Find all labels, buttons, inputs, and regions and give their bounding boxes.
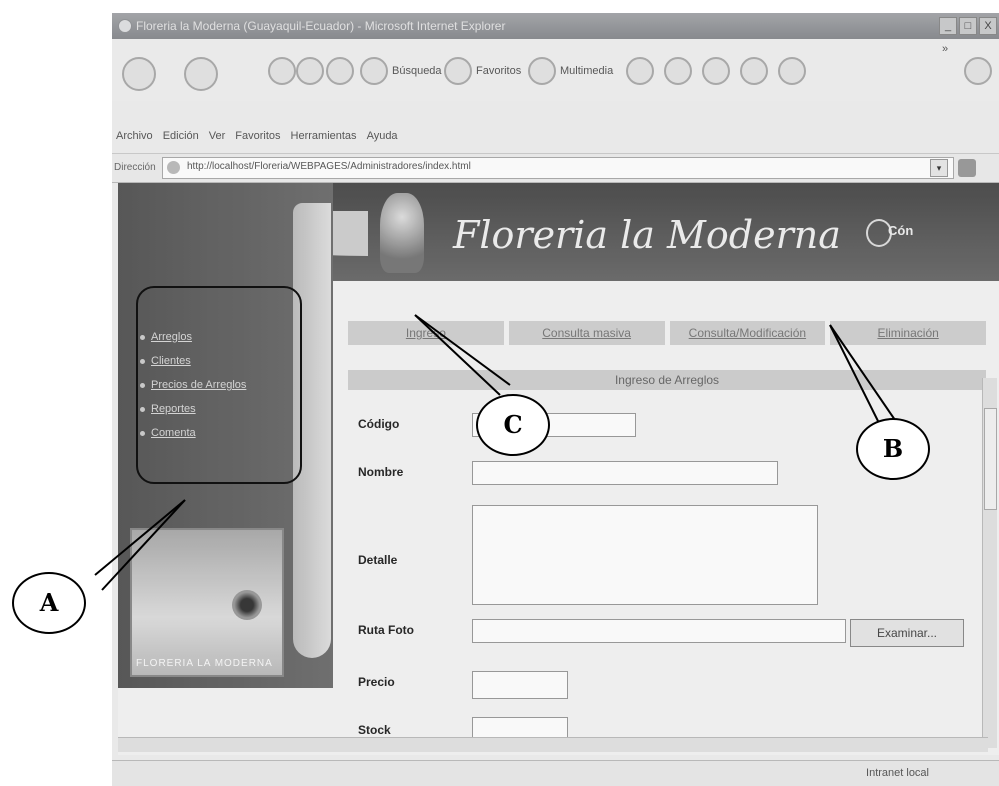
detalle-textarea[interactable] [472, 505, 818, 605]
sunflower-icon [232, 590, 262, 620]
nombre-field[interactable] [472, 461, 778, 485]
maximize-button[interactable]: □ [959, 17, 977, 35]
stop-icon[interactable] [268, 57, 296, 85]
media-label: Multimedia [560, 65, 614, 77]
security-zone: Intranet local [866, 767, 929, 779]
tab-consulta-masiva[interactable]: Consulta masiva [508, 321, 665, 345]
stock-label: Stock [358, 723, 391, 737]
ruta-foto-field[interactable] [472, 619, 846, 643]
refresh-icon[interactable] [296, 57, 324, 85]
history-icon[interactable] [626, 57, 654, 85]
sidebar-photo: FLORERIA LA MODERNA [130, 528, 284, 677]
favorites-label: Favoritos [476, 65, 522, 77]
menu-highlight-outline [136, 286, 302, 484]
minimize-button[interactable]: _ [939, 17, 957, 35]
callout-b: B [856, 418, 930, 480]
mail-icon[interactable] [664, 57, 692, 85]
close-button[interactable]: X [979, 17, 997, 35]
nombre-label: Nombre [358, 465, 404, 479]
detalle-label: Detalle [358, 553, 398, 567]
windows-logo-icon [964, 57, 992, 85]
media-icon [528, 57, 556, 85]
search-button[interactable]: Búsqueda [360, 57, 442, 85]
scroll-thumb[interactable] [984, 408, 997, 510]
menu-herramientas[interactable]: Herramientas [291, 130, 357, 142]
address-input[interactable]: http://localhost/Floreria/WEBPAGES/Admin… [162, 157, 954, 179]
home-icon[interactable] [326, 57, 354, 85]
precio-label: Precio [358, 675, 395, 689]
codigo-label: Código [358, 417, 400, 431]
title-bar: Floreria la Moderna (Guayaquil-Ecuador) … [112, 13, 999, 39]
menu-bar: Archivo Edición Ver Favoritos Herramient… [112, 130, 398, 142]
discuss-icon[interactable] [778, 57, 806, 85]
tab-eliminacion[interactable]: Eliminación [830, 321, 986, 345]
precio-field[interactable] [472, 671, 568, 699]
section-title: Ingreso de Arreglos [348, 370, 986, 390]
edit-icon[interactable] [740, 57, 768, 85]
page-icon [167, 161, 180, 174]
tab-consulta-modificacion[interactable]: Consulta/Modificación [669, 321, 826, 345]
menu-archivo[interactable]: Archivo [116, 130, 153, 142]
print-icon[interactable] [702, 57, 730, 85]
brand-text: Cón [888, 223, 914, 238]
callout-a: A [12, 572, 86, 634]
site-logo: Floreria la Moderna [453, 213, 841, 257]
address-dropdown-icon[interactable]: ▾ [930, 159, 948, 177]
search-label: Búsqueda [392, 65, 442, 77]
status-bar: Intranet local [112, 760, 999, 786]
star-icon [444, 57, 472, 85]
ruta-foto-label: Ruta Foto [358, 623, 414, 637]
window-title: Floreria la Moderna (Guayaquil-Ecuador) … [136, 19, 506, 33]
ie-icon [118, 19, 132, 33]
menu-edicion[interactable]: Edición [163, 130, 199, 142]
back-icon[interactable] [122, 57, 156, 91]
address-label: Dirección [114, 162, 156, 173]
toolbar-more-chevron[interactable]: » [942, 43, 948, 55]
vertical-scrollbar[interactable] [982, 378, 997, 748]
menu-ver[interactable]: Ver [209, 130, 226, 142]
menu-ayuda[interactable]: Ayuda [367, 130, 398, 142]
media-button[interactable]: Multimedia [528, 57, 613, 85]
address-bar: Dirección http://localhost/Floreria/WEBP… [112, 153, 999, 183]
flower-logo-icon [380, 193, 424, 273]
forward-icon[interactable] [184, 57, 218, 91]
menu-favoritos[interactable]: Favoritos [235, 130, 280, 142]
favorites-button[interactable]: Favoritos [444, 57, 521, 85]
admin-tabs: Ingreso Consulta masiva Consulta/Modific… [348, 321, 986, 345]
standard-toolbar: Búsqueda Favoritos Multimedia » [112, 39, 999, 101]
horizontal-scrollbar[interactable] [118, 737, 988, 752]
tab-ingreso[interactable]: Ingreso [348, 321, 504, 345]
photo-caption: FLORERIA LA MODERNA [136, 658, 273, 669]
search-icon [360, 57, 388, 85]
go-icon[interactable] [958, 159, 976, 177]
address-url: http://localhost/Floreria/WEBPAGES/Admin… [187, 161, 471, 172]
examinar-button[interactable]: Examinar... [850, 619, 964, 647]
callout-c: C [476, 394, 550, 456]
